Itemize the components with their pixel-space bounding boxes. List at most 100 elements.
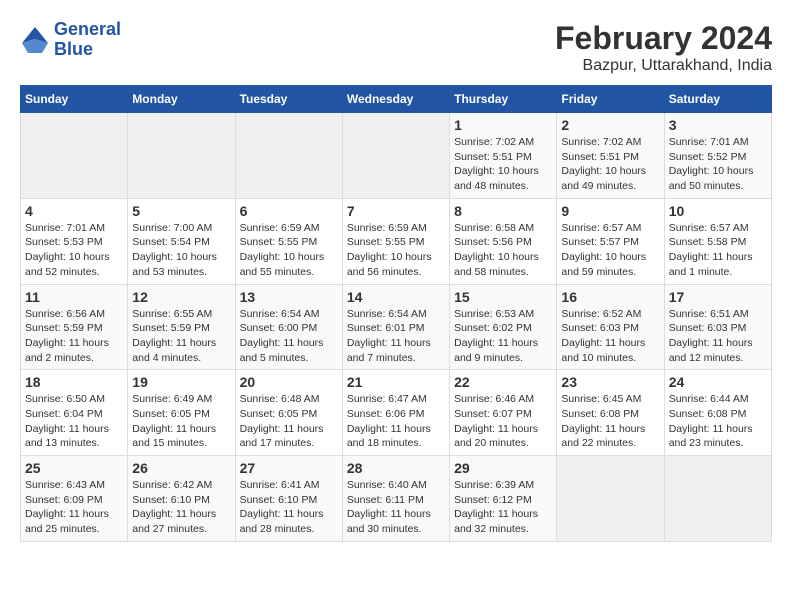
day-number: 9 xyxy=(561,203,659,219)
calendar-week-row: 1 Sunrise: 7:02 AM Sunset: 5:51 PM Daylig… xyxy=(21,113,772,199)
calendar-day-cell: 4 Sunrise: 7:01 AM Sunset: 5:53 PM Daylig… xyxy=(21,198,128,284)
day-number: 2 xyxy=(561,117,659,133)
calendar-day-cell xyxy=(21,113,128,199)
day-number: 28 xyxy=(347,460,445,476)
day-number: 8 xyxy=(454,203,552,219)
day-number: 26 xyxy=(132,460,230,476)
logo-line1: General xyxy=(54,20,121,40)
logo-line2: Blue xyxy=(54,40,121,60)
day-number: 3 xyxy=(669,117,767,133)
day-info: Sunrise: 6:56 AM Sunset: 5:59 PM Dayligh… xyxy=(25,307,123,366)
day-info: Sunrise: 6:43 AM Sunset: 6:09 PM Dayligh… xyxy=(25,478,123,537)
day-number: 18 xyxy=(25,374,123,390)
day-number: 16 xyxy=(561,289,659,305)
calendar-day-cell: 13 Sunrise: 6:54 AM Sunset: 6:00 PM Dayli… xyxy=(235,284,342,370)
page-header: General Blue February 2024 Bazpur, Uttar… xyxy=(20,20,772,75)
calendar-week-row: 18 Sunrise: 6:50 AM Sunset: 6:04 PM Dayli… xyxy=(21,370,772,456)
calendar-day-cell: 24 Sunrise: 6:44 AM Sunset: 6:08 PM Dayli… xyxy=(664,370,771,456)
calendar-day-cell: 14 Sunrise: 6:54 AM Sunset: 6:01 PM Dayli… xyxy=(342,284,449,370)
day-number: 10 xyxy=(669,203,767,219)
day-info: Sunrise: 6:40 AM Sunset: 6:11 PM Dayligh… xyxy=(347,478,445,537)
day-number: 25 xyxy=(25,460,123,476)
day-number: 11 xyxy=(25,289,123,305)
day-number: 12 xyxy=(132,289,230,305)
calendar-day-cell: 10 Sunrise: 6:57 AM Sunset: 5:58 PM Dayli… xyxy=(664,198,771,284)
day-header: Monday xyxy=(128,86,235,113)
calendar-day-cell: 27 Sunrise: 6:41 AM Sunset: 6:10 PM Dayli… xyxy=(235,456,342,542)
day-number: 6 xyxy=(240,203,338,219)
days-header-row: SundayMondayTuesdayWednesdayThursdayFrid… xyxy=(21,86,772,113)
day-header: Sunday xyxy=(21,86,128,113)
calendar-day-cell: 25 Sunrise: 6:43 AM Sunset: 6:09 PM Dayli… xyxy=(21,456,128,542)
day-info: Sunrise: 6:41 AM Sunset: 6:10 PM Dayligh… xyxy=(240,478,338,537)
day-info: Sunrise: 6:52 AM Sunset: 6:03 PM Dayligh… xyxy=(561,307,659,366)
calendar-day-cell: 21Sunrise: 6:47 AM Sunset: 6:06 PM Dayli… xyxy=(342,370,449,456)
day-info: Sunrise: 6:55 AM Sunset: 5:59 PM Dayligh… xyxy=(132,307,230,366)
day-number: 13 xyxy=(240,289,338,305)
day-info: Sunrise: 6:44 AM Sunset: 6:08 PM Dayligh… xyxy=(669,392,767,451)
calendar-subtitle: Bazpur, Uttarakhand, India xyxy=(555,57,772,75)
day-number: 23 xyxy=(561,374,659,390)
day-header: Wednesday xyxy=(342,86,449,113)
calendar-day-cell: 12 Sunrise: 6:55 AM Sunset: 5:59 PM Dayli… xyxy=(128,284,235,370)
day-info: Sunrise: 7:02 AM Sunset: 5:51 PM Dayligh… xyxy=(561,135,659,194)
day-number: 5 xyxy=(132,203,230,219)
day-number: 27 xyxy=(240,460,338,476)
day-number: 1 xyxy=(454,117,552,133)
calendar-header: SundayMondayTuesdayWednesdayThursdayFrid… xyxy=(21,86,772,113)
day-info: Sunrise: 6:57 AM Sunset: 5:58 PM Dayligh… xyxy=(669,221,767,280)
logo: General Blue xyxy=(20,20,121,60)
day-header: Thursday xyxy=(450,86,557,113)
day-number: 29 xyxy=(454,460,552,476)
day-info: Sunrise: 6:50 AM Sunset: 6:04 PM Dayligh… xyxy=(25,392,123,451)
day-number: 15 xyxy=(454,289,552,305)
day-number: 4 xyxy=(25,203,123,219)
calendar-day-cell: 15Sunrise: 6:53 AM Sunset: 6:02 PM Dayli… xyxy=(450,284,557,370)
day-number: 24 xyxy=(669,374,767,390)
calendar-week-row: 25 Sunrise: 6:43 AM Sunset: 6:09 PM Dayli… xyxy=(21,456,772,542)
calendar-day-cell: 18 Sunrise: 6:50 AM Sunset: 6:04 PM Dayli… xyxy=(21,370,128,456)
day-info: Sunrise: 6:59 AM Sunset: 5:55 PM Dayligh… xyxy=(347,221,445,280)
day-number: 22 xyxy=(454,374,552,390)
calendar-day-cell: 3 Sunrise: 7:01 AM Sunset: 5:52 PM Daylig… xyxy=(664,113,771,199)
calendar-day-cell xyxy=(557,456,664,542)
calendar-day-cell xyxy=(664,456,771,542)
calendar-day-cell: 9Sunrise: 6:57 AM Sunset: 5:57 PM Daylig… xyxy=(557,198,664,284)
calendar-table: SundayMondayTuesdayWednesdayThursdayFrid… xyxy=(20,85,772,542)
calendar-week-row: 4 Sunrise: 7:01 AM Sunset: 5:53 PM Daylig… xyxy=(21,198,772,284)
calendar-body: 1 Sunrise: 7:02 AM Sunset: 5:51 PM Daylig… xyxy=(21,113,772,542)
calendar-title: February 2024 xyxy=(555,20,772,57)
day-info: Sunrise: 6:39 AM Sunset: 6:12 PM Dayligh… xyxy=(454,478,552,537)
calendar-day-cell xyxy=(235,113,342,199)
day-header: Friday xyxy=(557,86,664,113)
calendar-day-cell: 26Sunrise: 6:42 AM Sunset: 6:10 PM Dayli… xyxy=(128,456,235,542)
calendar-day-cell: 7Sunrise: 6:59 AM Sunset: 5:55 PM Daylig… xyxy=(342,198,449,284)
day-info: Sunrise: 6:51 AM Sunset: 6:03 PM Dayligh… xyxy=(669,307,767,366)
calendar-day-cell: 5 Sunrise: 7:00 AM Sunset: 5:54 PM Daylig… xyxy=(128,198,235,284)
day-info: Sunrise: 6:54 AM Sunset: 6:00 PM Dayligh… xyxy=(240,307,338,366)
day-info: Sunrise: 7:01 AM Sunset: 5:52 PM Dayligh… xyxy=(669,135,767,194)
day-info: Sunrise: 6:47 AM Sunset: 6:06 PM Dayligh… xyxy=(347,392,445,451)
calendar-day-cell: 6Sunrise: 6:59 AM Sunset: 5:55 PM Daylig… xyxy=(235,198,342,284)
day-info: Sunrise: 7:01 AM Sunset: 5:53 PM Dayligh… xyxy=(25,221,123,280)
calendar-day-cell: 17Sunrise: 6:51 AM Sunset: 6:03 PM Dayli… xyxy=(664,284,771,370)
day-info: Sunrise: 6:49 AM Sunset: 6:05 PM Dayligh… xyxy=(132,392,230,451)
day-number: 19 xyxy=(132,374,230,390)
calendar-day-cell: 16 Sunrise: 6:52 AM Sunset: 6:03 PM Dayli… xyxy=(557,284,664,370)
calendar-day-cell xyxy=(342,113,449,199)
day-number: 14 xyxy=(347,289,445,305)
day-number: 20 xyxy=(240,374,338,390)
calendar-day-cell: 11 Sunrise: 6:56 AM Sunset: 5:59 PM Dayli… xyxy=(21,284,128,370)
calendar-day-cell: 19 Sunrise: 6:49 AM Sunset: 6:05 PM Dayli… xyxy=(128,370,235,456)
day-info: Sunrise: 6:48 AM Sunset: 6:05 PM Dayligh… xyxy=(240,392,338,451)
day-header: Tuesday xyxy=(235,86,342,113)
calendar-day-cell: 23Sunrise: 6:45 AM Sunset: 6:08 PM Dayli… xyxy=(557,370,664,456)
calendar-day-cell: 1Sunrise: 7:02 AM Sunset: 5:51 PM Daylig… xyxy=(450,113,557,199)
title-block: February 2024 Bazpur, Uttarakhand, India xyxy=(555,20,772,75)
calendar-week-row: 11 Sunrise: 6:56 AM Sunset: 5:59 PM Dayli… xyxy=(21,284,772,370)
calendar-day-cell: 22Sunrise: 6:46 AM Sunset: 6:07 PM Dayli… xyxy=(450,370,557,456)
calendar-day-cell: 29 Sunrise: 6:39 AM Sunset: 6:12 PM Dayli… xyxy=(450,456,557,542)
day-info: Sunrise: 7:00 AM Sunset: 5:54 PM Dayligh… xyxy=(132,221,230,280)
day-info: Sunrise: 6:54 AM Sunset: 6:01 PM Dayligh… xyxy=(347,307,445,366)
day-header: Saturday xyxy=(664,86,771,113)
